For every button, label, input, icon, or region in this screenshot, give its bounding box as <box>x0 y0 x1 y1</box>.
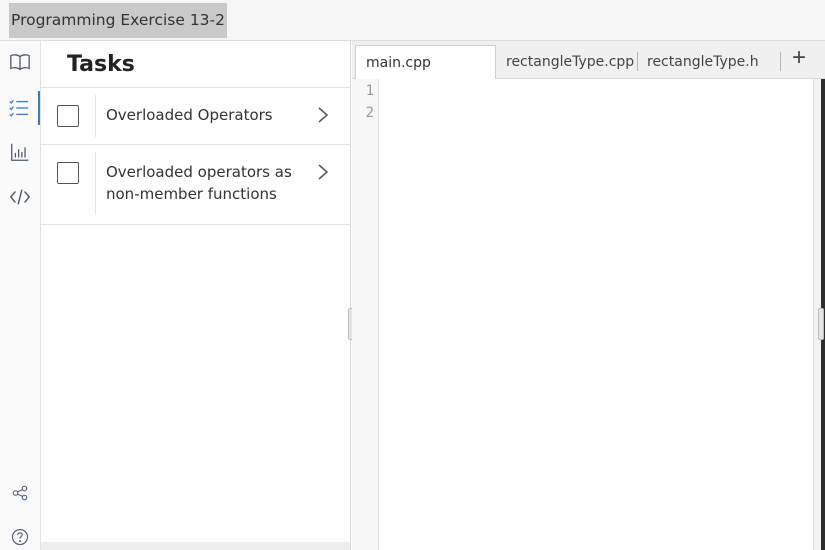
bar-chart-icon <box>11 143 29 161</box>
line-number-gutter: 1 2 <box>352 79 379 550</box>
tab-main-cpp[interactable]: main.cpp <box>355 45 496 79</box>
tasks-title: Tasks <box>67 51 135 77</box>
rail-item-instructions[interactable] <box>0 45 40 79</box>
task-checkbox[interactable] <box>57 162 79 184</box>
rail-item-tasks[interactable] <box>0 91 40 125</box>
checklist-icon <box>9 99 29 117</box>
rail-item-results[interactable] <box>0 135 40 169</box>
task-divider <box>95 152 96 215</box>
tab-rectangletype-cpp[interactable]: rectangleType.cpp <box>496 45 637 79</box>
rail-item-help[interactable] <box>0 520 40 550</box>
task-label: Overloaded Operators <box>106 106 273 124</box>
task-checkbox[interactable] <box>57 105 79 127</box>
tab-rectangletype-h[interactable]: rectangleType.h <box>637 45 777 79</box>
code-text-area[interactable] <box>380 79 813 550</box>
code-icon <box>9 189 31 205</box>
editor-resize-handle[interactable] <box>818 308 824 340</box>
tasks-footer <box>41 542 350 550</box>
rail-item-code[interactable] <box>0 180 40 214</box>
rail-item-share[interactable] <box>0 476 40 510</box>
task-divider <box>95 95 96 137</box>
share-icon <box>12 485 28 501</box>
book-icon <box>10 54 30 71</box>
code-editor: main.cpp rectangleType.cpp rectangleType… <box>352 41 825 550</box>
task-item-overloaded-operators[interactable]: Overloaded Operators <box>41 88 350 145</box>
task-item-non-member-functions[interactable]: Overloaded operators as non-member funct… <box>41 145 350 225</box>
line-number: 2 <box>365 105 374 121</box>
help-icon <box>11 528 29 546</box>
add-tab-button[interactable]: + <box>788 43 810 73</box>
chevron-right-icon[interactable] <box>316 106 330 124</box>
left-rail <box>0 41 41 550</box>
window-title: Programming Exercise 13-2 <box>9 3 227 38</box>
tasks-header: Tasks <box>41 41 350 88</box>
tasks-panel: Tasks Overloaded Operators Overloaded op… <box>41 41 351 550</box>
editor-tab-bar: main.cpp rectangleType.cpp rectangleType… <box>352 41 825 79</box>
tab-divider <box>780 52 781 71</box>
title-bar: Programming Exercise 13-2 <box>0 0 825 41</box>
chevron-right-icon[interactable] <box>316 163 330 181</box>
task-label: Overloaded operators as non-member funct… <box>106 163 292 203</box>
line-number: 1 <box>365 83 374 99</box>
